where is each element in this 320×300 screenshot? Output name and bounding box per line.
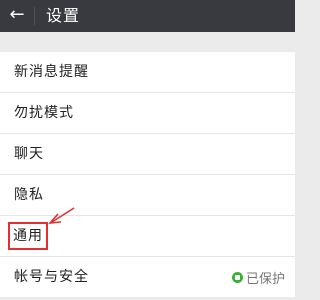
- settings-item-new-message-alerts[interactable]: 新消息提醒: [0, 52, 295, 93]
- arrow-left-icon: ←: [9, 4, 25, 25]
- settings-list: 新消息提醒 勿扰模式 聊天 隐私 通用 帐号与安全 已保护: [0, 52, 295, 297]
- shield-check-icon: [231, 271, 243, 283]
- settings-item-general[interactable]: 通用: [0, 216, 295, 257]
- settings-item-privacy[interactable]: 隐私: [0, 175, 295, 216]
- settings-item-label: 聊天: [14, 146, 44, 162]
- settings-item-do-not-disturb[interactable]: 勿扰模式: [0, 93, 295, 134]
- settings-item-label: 新消息提醒: [14, 64, 89, 80]
- security-status: 已保护: [231, 269, 285, 287]
- title-bar: ← 设置: [0, 0, 295, 32]
- settings-item-label-highlighted: 通用: [8, 222, 48, 250]
- settings-screen: ← 设置 新消息提醒 勿扰模式 聊天 隐私 通用 帐号与安全 已保护: [0, 0, 295, 300]
- settings-item-label: 勿扰模式: [14, 105, 74, 121]
- settings-item-label: 帐号与安全: [14, 269, 89, 285]
- settings-item-account-security[interactable]: 帐号与安全 已保护: [0, 257, 295, 297]
- settings-item-label: 隐私: [14, 187, 44, 203]
- page-title: 设置: [46, 6, 81, 25]
- title-divider: [34, 7, 35, 25]
- security-status-text: 已保护: [245, 271, 285, 287]
- back-button[interactable]: ←: [4, 2, 30, 28]
- settings-item-chat[interactable]: 聊天: [0, 134, 295, 175]
